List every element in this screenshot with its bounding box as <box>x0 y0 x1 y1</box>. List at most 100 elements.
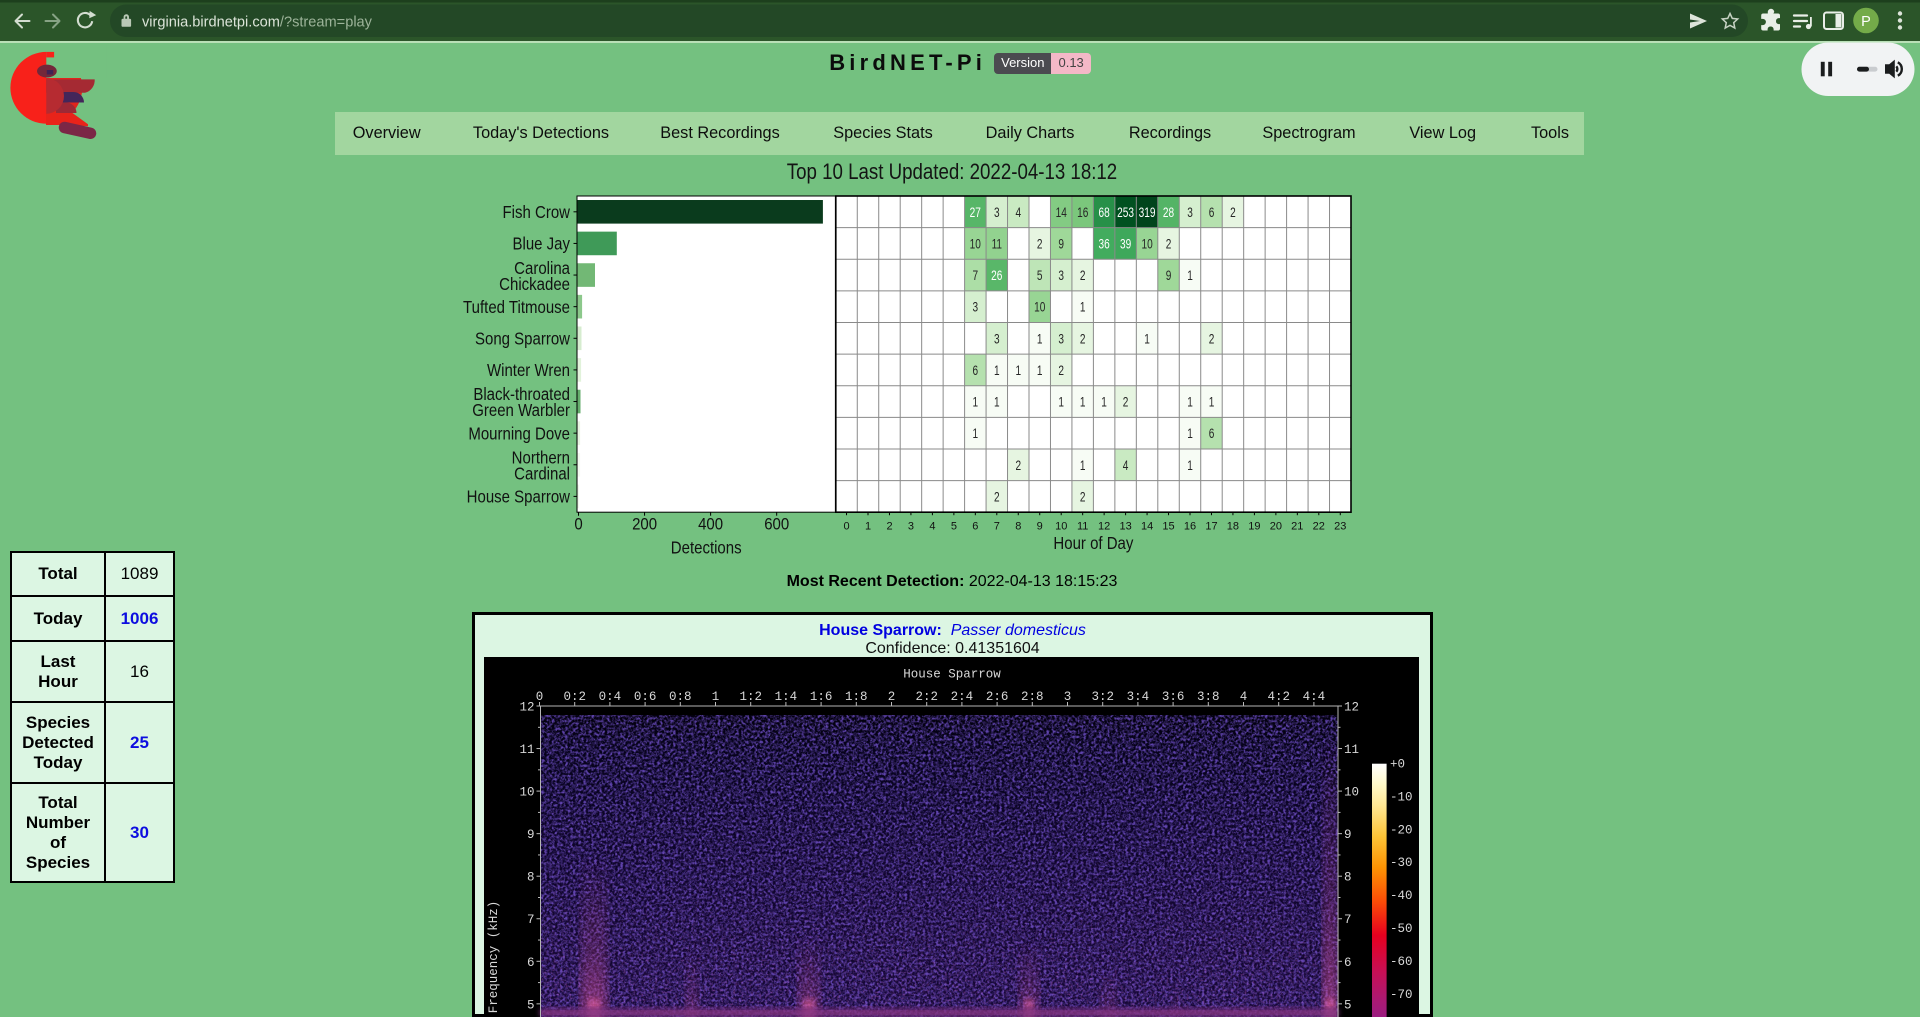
svg-text:1: 1 <box>865 521 871 533</box>
svg-text:17: 17 <box>1205 521 1217 533</box>
svg-text:21: 21 <box>1291 521 1303 533</box>
svg-text:6: 6 <box>972 521 978 533</box>
svg-text:2: 2 <box>1037 236 1043 252</box>
svg-text:18: 18 <box>1227 521 1239 533</box>
svg-text:2: 2 <box>1080 267 1086 283</box>
svg-text:-10: -10 <box>1390 790 1413 804</box>
svg-text:1: 1 <box>1015 362 1021 378</box>
svg-text:5: 5 <box>1037 267 1043 283</box>
svg-text:Winter Wren: Winter Wren <box>487 361 570 380</box>
svg-text:-20: -20 <box>1390 823 1413 837</box>
svg-text:2: 2 <box>1058 362 1064 378</box>
svg-text:11: 11 <box>992 236 1003 252</box>
svg-text:6: 6 <box>1209 426 1215 442</box>
svg-text:2: 2 <box>888 690 896 704</box>
svg-text:10: 10 <box>970 236 981 252</box>
svg-text:9: 9 <box>1166 267 1172 283</box>
svg-text:1:8: 1:8 <box>845 690 868 704</box>
svg-text:200: 200 <box>632 516 657 534</box>
svg-text:2: 2 <box>994 489 1000 505</box>
svg-text:-30: -30 <box>1390 856 1413 870</box>
svg-text:36: 36 <box>1098 236 1109 252</box>
svg-text:0:2: 0:2 <box>563 690 586 704</box>
svg-text:7: 7 <box>1344 913 1352 927</box>
svg-text:Chickadee: Chickadee <box>499 275 570 294</box>
svg-text:Frequency (kHz): Frequency (kHz) <box>487 901 501 1014</box>
svg-text:3: 3 <box>1058 331 1064 347</box>
svg-text:0:4: 0:4 <box>599 690 622 704</box>
svg-text:10: 10 <box>1141 236 1152 252</box>
svg-text:1: 1 <box>994 394 1000 410</box>
svg-text:1: 1 <box>1080 457 1086 473</box>
svg-text:2:6: 2:6 <box>986 690 1009 704</box>
svg-text:3: 3 <box>994 204 1000 220</box>
svg-text:4: 4 <box>1240 690 1248 704</box>
svg-text:House Sparrow: House Sparrow <box>903 668 1001 682</box>
svg-text:1: 1 <box>1058 394 1064 410</box>
svg-text:6: 6 <box>972 362 978 378</box>
svg-text:10: 10 <box>1055 521 1067 533</box>
svg-text:-70: -70 <box>1390 988 1413 1002</box>
svg-text:4: 4 <box>1015 204 1021 220</box>
svg-text:5: 5 <box>527 998 535 1012</box>
svg-text:11: 11 <box>1077 521 1088 533</box>
svg-text:0:6: 0:6 <box>634 690 657 704</box>
svg-text:9: 9 <box>1344 828 1352 842</box>
svg-text:8: 8 <box>527 871 535 885</box>
svg-text:-40: -40 <box>1390 889 1413 903</box>
svg-text:1: 1 <box>972 394 978 410</box>
svg-text:600: 600 <box>764 516 789 534</box>
svg-text:1: 1 <box>1101 394 1107 410</box>
svg-text:4: 4 <box>929 521 935 533</box>
svg-text:8: 8 <box>1015 521 1021 533</box>
svg-text:2: 2 <box>1209 331 1215 347</box>
svg-text:2: 2 <box>1230 204 1236 220</box>
svg-text:2:4: 2:4 <box>951 690 974 704</box>
svg-text:23: 23 <box>1334 521 1346 533</box>
svg-text:13: 13 <box>1119 521 1131 533</box>
svg-text:7: 7 <box>972 267 978 283</box>
svg-text:1: 1 <box>1080 394 1086 410</box>
svg-text:68: 68 <box>1098 204 1109 220</box>
svg-text:10: 10 <box>1034 299 1045 315</box>
svg-text:4:2: 4:2 <box>1267 690 1290 704</box>
svg-text:11: 11 <box>519 743 534 757</box>
svg-text:15: 15 <box>1162 521 1174 533</box>
svg-text:3:6: 3:6 <box>1162 690 1185 704</box>
svg-text:10: 10 <box>519 786 534 800</box>
svg-text:1: 1 <box>1187 267 1193 283</box>
svg-text:Hour of Day: Hour of Day <box>1053 533 1134 554</box>
svg-text:1: 1 <box>1187 457 1193 473</box>
svg-text:28: 28 <box>1163 204 1174 220</box>
svg-text:Cardinal: Cardinal <box>514 465 570 484</box>
svg-text:3: 3 <box>1058 267 1064 283</box>
svg-text:3: 3 <box>972 299 978 315</box>
svg-text:1:6: 1:6 <box>810 690 833 704</box>
svg-text:1: 1 <box>1080 299 1086 315</box>
svg-text:3:2: 3:2 <box>1091 690 1114 704</box>
svg-text:10: 10 <box>1344 786 1359 800</box>
svg-text:1: 1 <box>1187 426 1193 442</box>
svg-text:1:2: 1:2 <box>739 690 762 704</box>
svg-text:1: 1 <box>972 426 978 442</box>
svg-text:3: 3 <box>908 521 914 533</box>
svg-text:+0: +0 <box>1390 758 1405 772</box>
svg-text:House Sparrow: House Sparrow <box>467 488 571 507</box>
svg-text:1: 1 <box>1209 394 1215 410</box>
svg-text:9: 9 <box>527 828 535 842</box>
svg-text:20: 20 <box>1270 521 1282 533</box>
svg-text:3: 3 <box>1064 690 1072 704</box>
svg-text:6: 6 <box>1344 956 1352 970</box>
svg-text:virginia.birdnetpi.com/?stream: virginia.birdnetpi.com/?stream=play <box>142 15 373 31</box>
svg-text:16: 16 <box>1077 204 1088 220</box>
svg-text:1: 1 <box>1187 394 1193 410</box>
svg-text:3:4: 3:4 <box>1127 690 1150 704</box>
svg-text:6: 6 <box>527 956 535 970</box>
svg-text:9: 9 <box>1058 236 1064 252</box>
svg-text:Fish Crow: Fish Crow <box>503 203 571 222</box>
svg-text:19: 19 <box>1248 521 1260 533</box>
svg-text:3: 3 <box>1187 204 1193 220</box>
svg-text:5: 5 <box>1344 998 1352 1012</box>
svg-text:4: 4 <box>1123 457 1129 473</box>
svg-text:2:2: 2:2 <box>915 690 938 704</box>
